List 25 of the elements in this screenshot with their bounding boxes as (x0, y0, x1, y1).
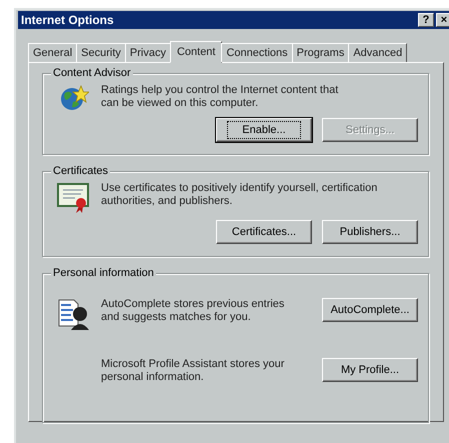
dialog-button[interactable]: My Profile... (322, 358, 418, 382)
close-button[interactable]: × (436, 13, 449, 27)
dialog-button[interactable]: Enable... (216, 118, 312, 142)
group-title: Personal information (51, 267, 156, 279)
tab[interactable]: General (28, 43, 78, 62)
group-title: Content Advisor (51, 67, 133, 79)
dialog-button[interactable]: Publishers... (322, 220, 418, 244)
globe-star-icon (59, 84, 89, 112)
description-text: Microsoft Profile Assistant stores your personal information. (101, 358, 286, 384)
window-title: Internet Options (21, 13, 114, 27)
description-text: AutoComplete stores previous entries and suggests matches for you. (101, 298, 286, 324)
tab[interactable]: Advanced (348, 43, 408, 62)
tab[interactable]: Content (170, 41, 222, 63)
tab[interactable]: Security (76, 43, 126, 62)
form-person-icon (58, 298, 90, 330)
tab[interactable]: Privacy (124, 43, 171, 62)
description-text: Ratings help you control the Internet content that can be viewed on this computer. (101, 84, 340, 110)
dialog-button[interactable]: AutoComplete... (322, 298, 418, 322)
tab[interactable]: Connections (221, 43, 293, 62)
help-button[interactable]: ? (418, 13, 434, 27)
group-title: Certificates (51, 165, 110, 177)
description-text: Use certificates to positively identify yoursell, certification authorities, and publishers. (101, 182, 378, 208)
dialog-button[interactable]: Certificates... (216, 220, 312, 244)
tab[interactable]: Programs (292, 43, 350, 62)
certificate-icon (57, 182, 91, 214)
